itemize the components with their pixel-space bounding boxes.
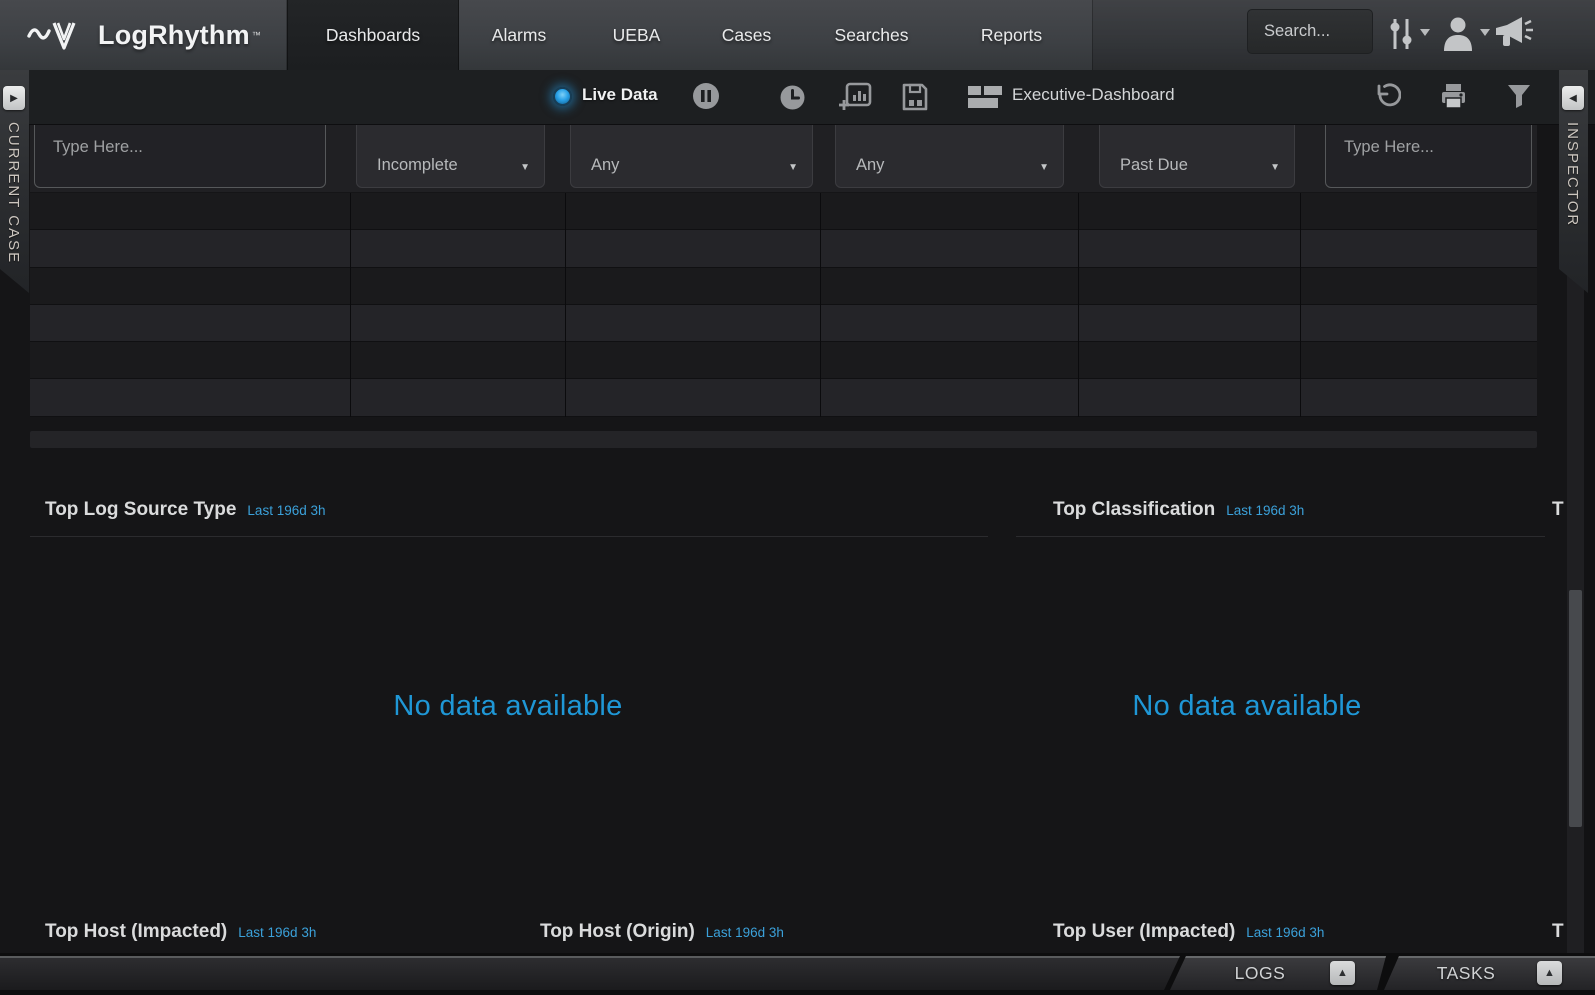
clipped-widget-title: T bbox=[1552, 921, 1564, 943]
time-range-clock-icon[interactable] bbox=[779, 84, 806, 111]
widget-title: Top Host (Origin) bbox=[540, 921, 695, 943]
dropdown-arrow-icon: ▼ bbox=[788, 162, 798, 173]
widget-time-range: Last 196d 3h bbox=[706, 925, 784, 940]
widget-title-top-classification: Top Classification Last 196d 3h bbox=[1053, 499, 1304, 521]
inspector-rail[interactable]: ◀ INSPECTOR bbox=[1559, 70, 1588, 293]
table-column-divider bbox=[820, 193, 821, 417]
tasks-expand-up-icon[interactable]: ▲ bbox=[1537, 961, 1562, 985]
user-profile-icon[interactable] bbox=[1441, 15, 1475, 53]
tab-cases[interactable]: Cases bbox=[694, 0, 799, 70]
widget-time-range: Last 196d 3h bbox=[247, 503, 325, 518]
case-table bbox=[30, 193, 1537, 417]
announcements-megaphone-icon[interactable] bbox=[1492, 13, 1534, 53]
filter-select-due[interactable]: Past Due ▼ bbox=[1099, 118, 1295, 188]
brand-name: LogRhythm bbox=[98, 20, 250, 51]
logs-expand-up-icon[interactable]: ▲ bbox=[1330, 961, 1355, 985]
widget-time-range: Last 196d 3h bbox=[1226, 503, 1304, 518]
table-row bbox=[30, 268, 1537, 305]
tasks-drawer-label[interactable]: TASKS bbox=[1420, 963, 1512, 984]
live-data-radio[interactable] bbox=[553, 87, 572, 106]
dropdown-arrow-icon: ▼ bbox=[1039, 162, 1049, 173]
tab-dashboards[interactable]: Dashboards bbox=[287, 0, 459, 70]
tab-searches[interactable]: Searches bbox=[799, 0, 944, 70]
logrhythm-logo-icon bbox=[26, 15, 88, 55]
dashboard-name[interactable]: Executive-Dashboard bbox=[1012, 85, 1175, 105]
table-column-divider bbox=[350, 193, 351, 417]
table-row bbox=[30, 193, 1537, 230]
filter-funnel-icon[interactable] bbox=[1506, 83, 1533, 111]
widget-title-top-user-impacted: Top User (Impacted) Last 196d 3h bbox=[1053, 921, 1324, 943]
settings-sliders-icon[interactable] bbox=[1388, 16, 1414, 52]
search-button[interactable]: Search... bbox=[1247, 9, 1373, 54]
filter-select-owner-value: Any bbox=[856, 156, 884, 175]
widget-title-top-log-source-type: Top Log Source Type Last 196d 3h bbox=[45, 499, 326, 521]
filter-select-owner[interactable]: Any ▼ bbox=[835, 118, 1064, 188]
table-row bbox=[30, 230, 1537, 267]
table-column-divider bbox=[1300, 193, 1301, 417]
user-chevron-down-icon[interactable] bbox=[1480, 29, 1490, 36]
dropdown-arrow-icon: ▼ bbox=[520, 162, 530, 173]
filter-select-status[interactable]: Incomplete ▼ bbox=[356, 118, 545, 188]
filter-select-due-value: Past Due bbox=[1120, 156, 1188, 175]
live-data-label: Live Data bbox=[582, 85, 658, 105]
app-window: LogRhythm ™ Dashboards Alarms UEBA Cases… bbox=[0, 0, 1595, 995]
clipped-widget-title: T bbox=[1552, 499, 1564, 521]
top-navigation-bar: LogRhythm ™ Dashboards Alarms UEBA Cases… bbox=[0, 0, 1595, 70]
logs-drawer-label[interactable]: LOGS bbox=[1212, 963, 1308, 984]
table-column-divider bbox=[565, 193, 566, 417]
widget-title-top-host-impacted: Top Host (Impacted) Last 196d 3h bbox=[45, 921, 316, 943]
undo-refresh-icon[interactable] bbox=[1372, 82, 1401, 111]
filter-select-priority-value: Any bbox=[591, 156, 619, 175]
bottom-bar-strip bbox=[0, 956, 1180, 990]
widget-time-range: Last 196d 3h bbox=[238, 925, 316, 940]
filter-input-tags[interactable] bbox=[1325, 118, 1532, 188]
save-dashboard-icon[interactable] bbox=[901, 82, 929, 112]
dropdown-arrow-icon: ▼ bbox=[1270, 162, 1280, 173]
dashboard-layout-icon[interactable] bbox=[968, 86, 1004, 109]
table-row bbox=[30, 305, 1537, 342]
filter-select-status-value: Incomplete bbox=[377, 156, 458, 175]
expand-current-case-icon[interactable]: ▶ bbox=[3, 86, 25, 110]
widget-title: Top Classification bbox=[1053, 499, 1215, 521]
widget-divider bbox=[1016, 536, 1545, 537]
print-icon[interactable] bbox=[1438, 82, 1469, 111]
tab-reports[interactable]: Reports bbox=[944, 0, 1079, 70]
table-column-divider bbox=[1078, 193, 1079, 417]
table-row bbox=[30, 379, 1537, 416]
bottom-drawer-bar: LOGS ▲ TASKS ▲ bbox=[0, 953, 1595, 995]
no-data-message: No data available bbox=[393, 690, 622, 723]
widget-title-top-host-origin: Top Host (Origin) Last 196d 3h bbox=[540, 921, 784, 943]
current-case-rail[interactable]: ▶ CURRENT CASE bbox=[0, 70, 29, 293]
widget-title: Top User (Impacted) bbox=[1053, 921, 1235, 943]
brand: LogRhythm ™ bbox=[0, 0, 287, 70]
tab-ueba[interactable]: UEBA bbox=[579, 0, 694, 70]
add-widget-icon[interactable] bbox=[838, 82, 872, 113]
settings-chevron-down-icon[interactable] bbox=[1420, 29, 1430, 36]
expand-inspector-icon[interactable]: ◀ bbox=[1562, 86, 1584, 110]
no-data-message: No data available bbox=[1132, 690, 1361, 723]
inspector-rail-label: INSPECTOR bbox=[1564, 122, 1581, 227]
primary-nav-tabs: Dashboards Alarms UEBA Cases Searches Re… bbox=[287, 0, 1079, 70]
filter-input-name[interactable] bbox=[34, 118, 326, 188]
filter-select-priority[interactable]: Any ▼ bbox=[570, 118, 813, 188]
current-case-rail-label: CURRENT CASE bbox=[5, 122, 22, 264]
widget-title: Top Log Source Type bbox=[45, 499, 236, 521]
table-row bbox=[30, 342, 1537, 379]
vertical-scrollbar-thumb[interactable] bbox=[1569, 590, 1582, 827]
widget-divider bbox=[30, 536, 988, 537]
brand-trademark: ™ bbox=[252, 20, 261, 50]
widget-title: Top Host (Impacted) bbox=[45, 921, 227, 943]
pause-button-icon[interactable] bbox=[691, 81, 721, 111]
widget-time-range: Last 196d 3h bbox=[1246, 925, 1324, 940]
table-horizontal-scrollbar[interactable] bbox=[30, 431, 1537, 448]
tab-alarms[interactable]: Alarms bbox=[459, 0, 579, 70]
